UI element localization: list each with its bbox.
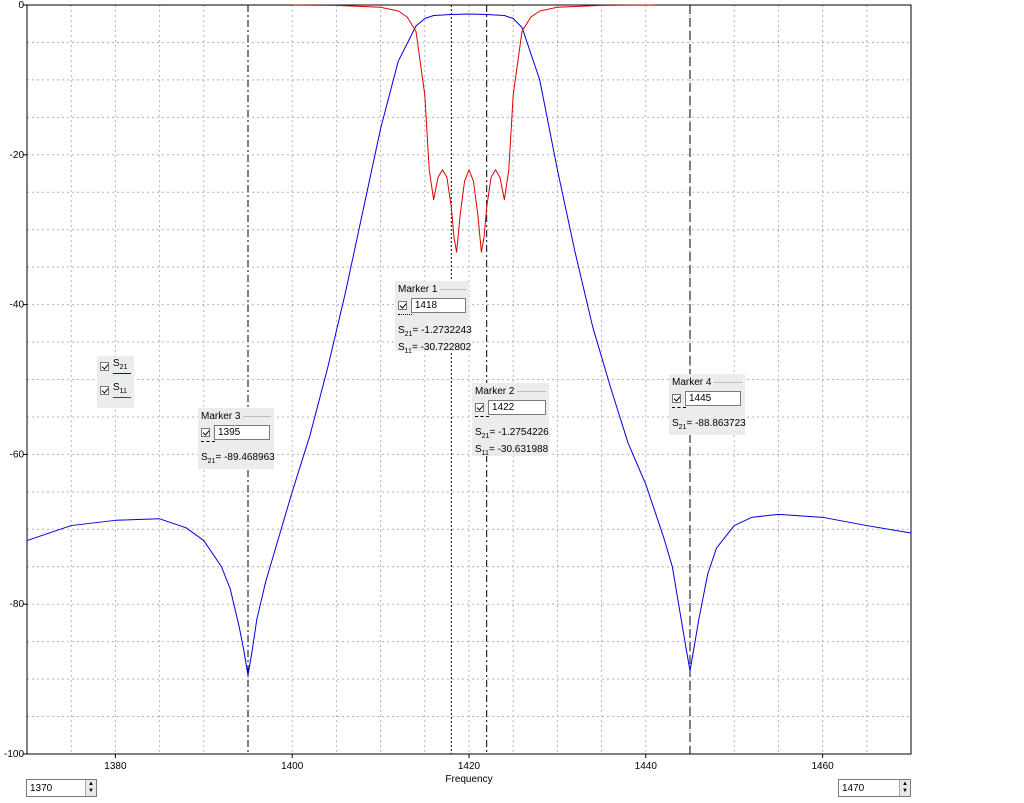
spin-up-icon[interactable]: ▲ xyxy=(88,781,94,788)
marker-3-checkbox[interactable] xyxy=(201,428,210,437)
y-tick-label: -80 xyxy=(10,599,25,610)
marker-4-title: Marker 4 xyxy=(672,376,712,388)
y-tick-label: -100 xyxy=(4,749,24,760)
x-min-arrows[interactable]: ▲ ▼ xyxy=(85,780,96,796)
legend-s21-checkbox[interactable] xyxy=(100,361,109,371)
legend-item-s11[interactable]: S11 xyxy=(100,382,131,398)
spin-down-icon[interactable]: ▼ xyxy=(902,788,908,795)
x-max-value[interactable]: 1470 xyxy=(839,783,899,794)
marker-2-panel: Marker 2 1422 S21= -1.2754226 S11= -30.6… xyxy=(472,383,549,457)
marker-3-panel: Marker 3 1395 S21= -89.468963 xyxy=(198,408,275,469)
y-tick-label: -40 xyxy=(10,300,25,311)
y-tick-label: -60 xyxy=(10,449,25,460)
marker-1-s21-value: S21= -1.2732243 xyxy=(398,325,472,338)
legend-item-s21[interactable]: S21 xyxy=(100,358,132,374)
marker-3-title: Marker 3 xyxy=(201,410,241,422)
x-min-spinner[interactable]: 1370 ▲ ▼ xyxy=(26,779,97,797)
x-axis-label: Frequency xyxy=(445,774,492,785)
marker-3-s21-value: S21= -89.468963 xyxy=(201,452,275,465)
marker-3-freq-input[interactable]: 1395 xyxy=(214,425,270,440)
y-tick-label: 0 xyxy=(18,0,24,11)
marker-1-freq-input[interactable]: 1418 xyxy=(410,298,466,313)
x-tick-label: 1420 xyxy=(458,761,481,772)
x-tick-label: 1380 xyxy=(104,761,127,772)
legend: S21 S11 xyxy=(97,356,134,408)
grid xyxy=(27,5,911,754)
marker-1-title: Marker 1 xyxy=(398,283,438,295)
marker-2-s11-value: S11= -30.631988 xyxy=(475,444,549,457)
x-min-value[interactable]: 1370 xyxy=(27,783,85,794)
x-max-arrows[interactable]: ▲ ▼ xyxy=(899,780,910,796)
spin-down-icon[interactable]: ▼ xyxy=(88,788,94,795)
x-max-spinner[interactable]: 1470 ▲ ▼ xyxy=(838,779,911,797)
marker-4-freq-input[interactable]: 1445 xyxy=(685,391,741,406)
marker-2-s21-value: S21= -1.2754226 xyxy=(475,427,549,440)
marker-4-s21-value: S21= -88.863723 xyxy=(672,418,746,431)
legend-s11-checkbox[interactable] xyxy=(100,385,109,395)
x-tick-label: 1400 xyxy=(281,761,304,772)
marker-2-title: Marker 2 xyxy=(475,385,515,397)
marker-1-checkbox[interactable] xyxy=(398,301,407,310)
x-tick-label: 1440 xyxy=(635,761,658,772)
x-tick-label: 1460 xyxy=(811,761,834,772)
y-tick-label: -20 xyxy=(10,150,25,161)
spin-up-icon[interactable]: ▲ xyxy=(902,781,908,788)
marker-1-panel: Marker 1 1418 S21= -1.2732243 S11= -30.7… xyxy=(395,281,472,355)
marker-4-panel: Marker 4 1445 S21= -88.863723 xyxy=(669,374,746,435)
marker-1-s11-value: S11= -30.722802 xyxy=(398,342,472,355)
marker-4-checkbox[interactable] xyxy=(672,394,681,403)
marker-2-checkbox[interactable] xyxy=(475,403,484,412)
marker-2-freq-input[interactable]: 1422 xyxy=(488,400,546,415)
